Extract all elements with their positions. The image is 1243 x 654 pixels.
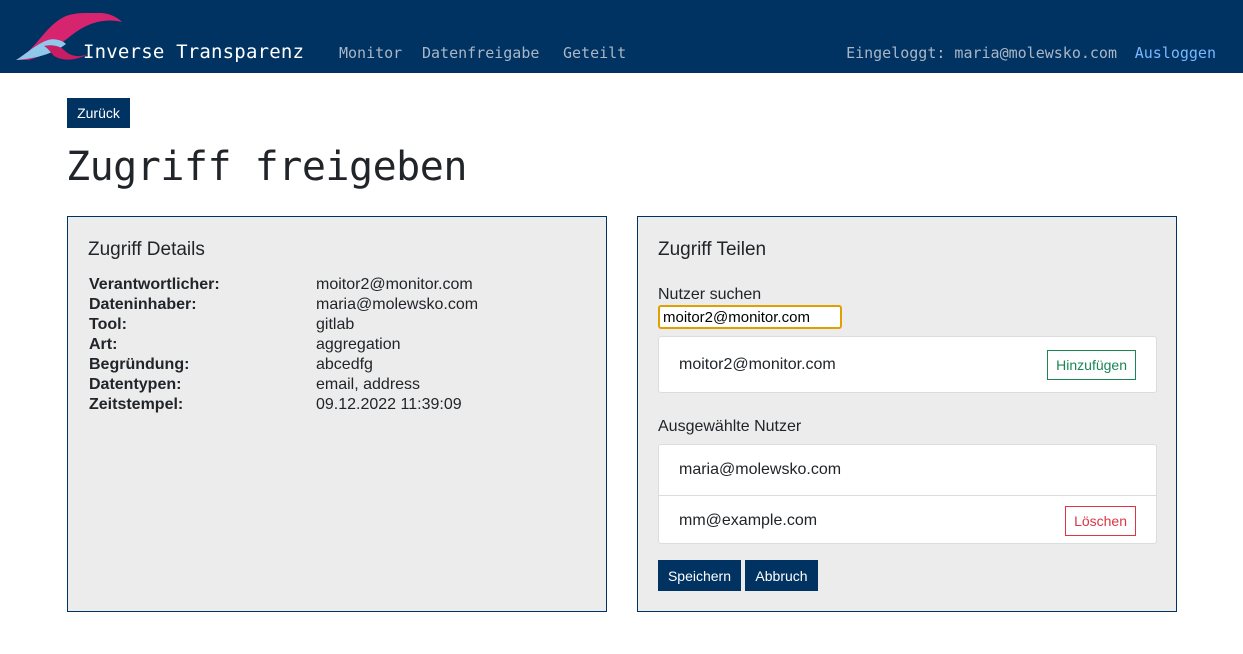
detail-row: Zeitstempel: 09.12.2022 11:39:09 bbox=[89, 395, 478, 415]
selected-users-list: maria@molewsko.com mm@example.com Lösche… bbox=[658, 444, 1157, 544]
detail-label: Begründung: bbox=[89, 356, 190, 373]
save-button[interactable]: Speichern bbox=[658, 560, 741, 591]
logout-link[interactable]: Ausloggen bbox=[1135, 44, 1216, 62]
result-email: moitor2@monitor.com bbox=[679, 355, 836, 373]
page-title: Zugriff freigeben bbox=[66, 144, 467, 190]
navbar: Inverse Transparenz Monitor Datenfreigab… bbox=[0, 0, 1243, 73]
nav-link-monitor[interactable]: Monitor bbox=[339, 44, 402, 62]
detail-label: Datentypen: bbox=[89, 376, 182, 393]
detail-label: Verantwortlicher: bbox=[89, 276, 220, 293]
user-search-input[interactable] bbox=[658, 305, 842, 329]
list-item: moitor2@monitor.com Hinzufügen bbox=[659, 337, 1156, 392]
delete-user-button[interactable]: Löschen bbox=[1065, 505, 1136, 536]
detail-row: Art: aggregation bbox=[89, 335, 478, 355]
detail-label: Art: bbox=[89, 336, 118, 353]
selected-users-label: Ausgewählte Nutzer bbox=[658, 418, 802, 435]
detail-label: Dateninhaber: bbox=[89, 296, 197, 313]
details-list: Verantwortlicher: moitor2@monitor.com Da… bbox=[89, 275, 478, 415]
share-access-card: Zugriff Teilen Nutzer suchen moitor2@mon… bbox=[637, 216, 1177, 612]
search-label: Nutzer suchen bbox=[658, 286, 762, 303]
brand-name[interactable]: Inverse Transparenz bbox=[83, 41, 304, 63]
card-title: Zugriff Details bbox=[88, 239, 205, 260]
nav-link-datenfreigabe[interactable]: Datenfreigabe bbox=[422, 44, 539, 62]
detail-value: 09.12.2022 11:39:09 bbox=[316, 396, 462, 413]
detail-value: maria@molewsko.com bbox=[316, 296, 479, 313]
selected-user-email: maria@molewsko.com bbox=[679, 461, 842, 478]
card-title: Zugriff Teilen bbox=[658, 239, 767, 260]
nav-link-geteilt[interactable]: Geteilt bbox=[563, 44, 626, 62]
back-button[interactable]: Zurück bbox=[67, 98, 130, 128]
add-user-button[interactable]: Hinzufügen bbox=[1047, 349, 1136, 380]
selected-user-email: mm@example.com bbox=[679, 511, 818, 529]
detail-value: aggregation bbox=[316, 336, 401, 353]
detail-row: Begründung: abcedfg bbox=[89, 355, 478, 375]
detail-value: abcedfg bbox=[316, 356, 373, 373]
access-details-card: Zugriff Details Verantwortlicher: moitor… bbox=[67, 216, 607, 612]
detail-row: Tool: gitlab bbox=[89, 315, 478, 335]
cancel-button[interactable]: Abbruch bbox=[745, 560, 818, 591]
detail-row: Datentypen: email, address bbox=[89, 375, 478, 395]
list-item: maria@molewsko.com bbox=[659, 445, 1156, 495]
detail-row: Dateninhaber: maria@molewsko.com bbox=[89, 295, 478, 315]
detail-value: email, address bbox=[316, 376, 421, 393]
list-item: mm@example.com Löschen bbox=[659, 495, 1156, 545]
detail-label: Zeitstempel: bbox=[89, 396, 184, 413]
logged-in-user: Eingeloggt: maria@molewsko.com bbox=[846, 44, 1117, 62]
detail-value: gitlab bbox=[316, 316, 355, 333]
detail-label: Tool: bbox=[89, 316, 127, 333]
detail-value: moitor2@monitor.com bbox=[316, 276, 473, 293]
detail-row: Verantwortlicher: moitor2@monitor.com bbox=[89, 275, 478, 295]
search-result-list: moitor2@monitor.com Hinzufügen bbox=[658, 336, 1157, 393]
